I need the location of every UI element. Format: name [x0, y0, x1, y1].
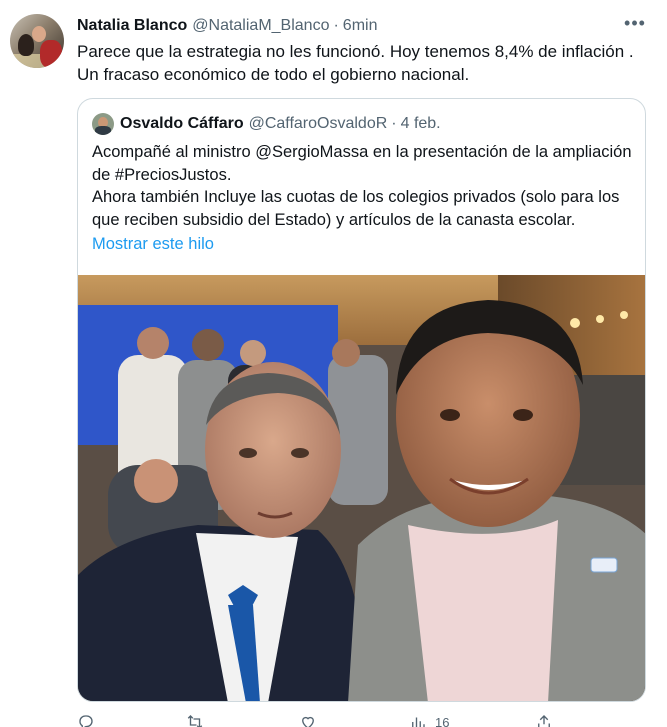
- tweet-header: Natalia Blanco @NataliaM_Blanco · 6min: [77, 15, 377, 37]
- quoted-text-paragraph-1: Acompañé al ministro @SergioMassa en la …: [92, 143, 632, 184]
- retweet-button[interactable]: [186, 712, 204, 727]
- quoted-avatar: [92, 113, 114, 135]
- quoted-author-handle: @CaffaroOsvaldoR: [248, 115, 388, 132]
- quoted-tweet-text: Acompañé al ministro @SergioMassa en la …: [92, 141, 637, 231]
- share-button[interactable]: [535, 712, 553, 727]
- views-count: 16: [435, 714, 450, 727]
- selfie-photo-illustration: [78, 275, 645, 701]
- like-button[interactable]: [299, 712, 317, 727]
- quoted-tweet[interactable]: Osvaldo Cáffaro @CaffaroOsvaldoR · 4 feb…: [77, 98, 646, 702]
- tweet-timestamp[interactable]: 6min: [343, 17, 378, 35]
- views-icon: [412, 717, 425, 727]
- reply-button[interactable]: [77, 712, 95, 727]
- quoted-timestamp: 4 feb.: [400, 115, 441, 132]
- reply-icon: [79, 715, 93, 727]
- tweet-text: Parece que la estrategia no les funcionó…: [77, 42, 634, 84]
- more-options-icon[interactable]: •••: [622, 14, 648, 36]
- quoted-author-name: Osvaldo Cáffaro: [120, 115, 244, 132]
- show-thread-link[interactable]: Mostrar este hilo: [92, 235, 214, 254]
- avatar[interactable]: [10, 14, 64, 68]
- quoted-tweet-header: Osvaldo Cáffaro @CaffaroOsvaldoR · 4 feb…: [92, 113, 441, 135]
- author-name[interactable]: Natalia Blanco: [77, 17, 187, 35]
- author-handle[interactable]: @NataliaM_Blanco: [192, 17, 329, 35]
- separator-dot: ·: [333, 17, 339, 34]
- separator-dot: ·: [391, 115, 397, 132]
- quoted-photo[interactable]: [78, 275, 645, 701]
- views-button[interactable]: 16: [409, 712, 449, 727]
- share-icon: [538, 715, 550, 727]
- quoted-text-paragraph-2: Ahora también Incluye las cuotas de los …: [92, 188, 620, 229]
- tweet[interactable]: Natalia Blanco @NataliaM_Blanco · 6min •…: [0, 0, 667, 727]
- retweet-icon: [187, 715, 203, 727]
- like-icon: [302, 716, 314, 727]
- tweet-actions: 16: [77, 712, 577, 727]
